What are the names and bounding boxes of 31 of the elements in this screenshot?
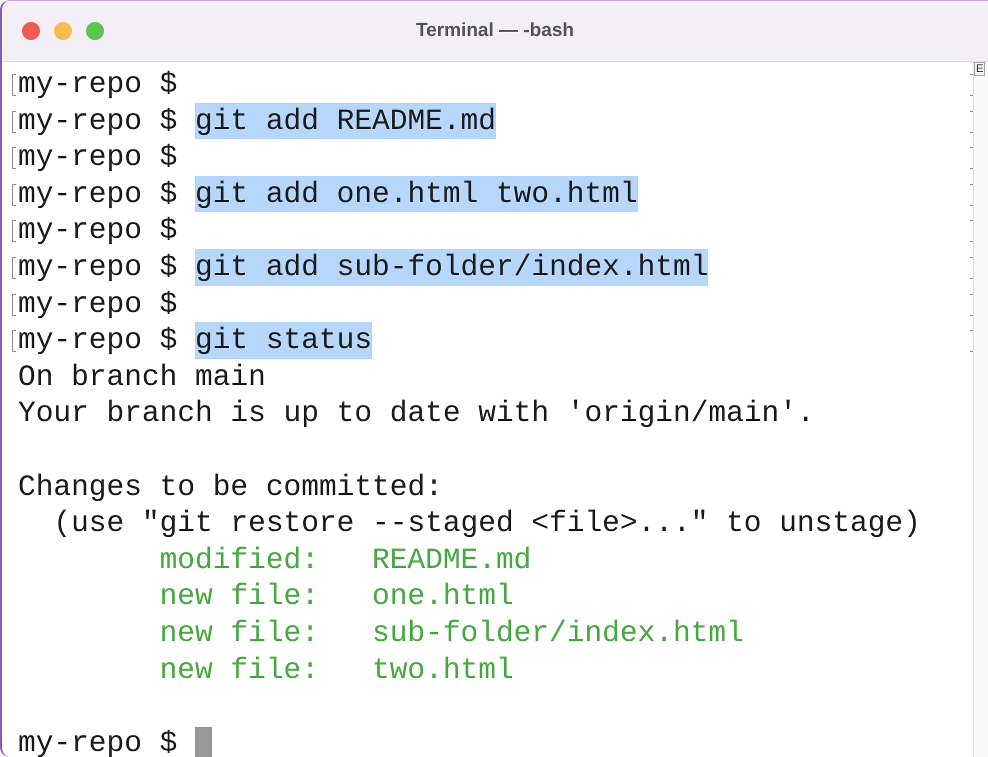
minimize-button[interactable] [54, 22, 72, 40]
scrollbar-tab: E [974, 62, 986, 76]
shell-prompt: my-repo $ [18, 102, 178, 140]
file-name: one.html [372, 578, 514, 615]
shell-prompt: my-repo $ [18, 248, 178, 286]
file-name: sub-folder/index.html [372, 614, 744, 652]
shell-prompt: my-repo $ [18, 212, 178, 249]
change-type: new file: [160, 578, 320, 615]
output-text: Changes to be committed: [18, 468, 443, 506]
output-text: Your branch is up to date with 'origin/main'. [18, 395, 815, 432]
shell-prompt: my-repo $ [18, 286, 178, 322]
command-text: git add sub-folder/index.html [195, 248, 708, 286]
file-name: README.md [372, 542, 532, 578]
scrollbar[interactable]: E [973, 62, 988, 757]
shell-prompt: my-repo $ [18, 139, 178, 176]
window-title: Terminal — -bash [416, 20, 574, 42]
shell-prompt: my-repo $ [18, 322, 178, 359]
command-text: git add one.html two.html [195, 176, 638, 212]
output-text: (use "git restore --staged <file>..." to unstage) [52, 505, 921, 542]
close-button[interactable] [22, 22, 40, 40]
command-text: git add README.md [195, 102, 496, 140]
shell-prompt: my-repo $ [18, 176, 178, 212]
command-text: git status [195, 322, 372, 359]
change-type: new file: [160, 652, 320, 688]
change-type: modified: [160, 542, 320, 578]
change-type: new file: [160, 614, 320, 652]
file-name: two.html [372, 652, 514, 688]
shell-prompt: my-repo $ [18, 724, 178, 757]
output-text: On branch main [18, 358, 266, 396]
zoom-button[interactable] [86, 22, 104, 40]
shell-prompt: my-repo $ [18, 66, 178, 103]
